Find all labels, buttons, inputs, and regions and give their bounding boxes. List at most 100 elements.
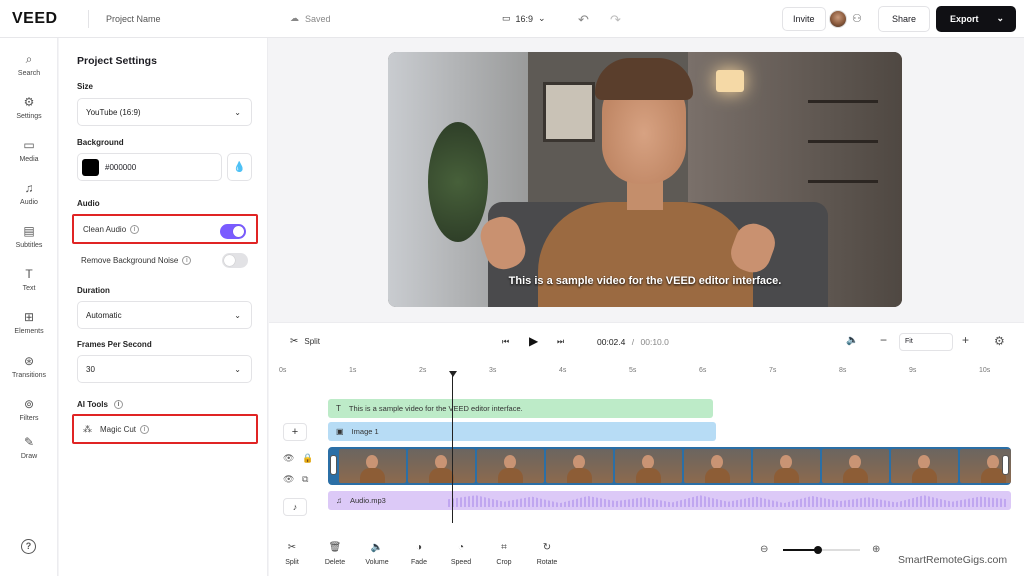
subtitle-overlay[interactable]: This is a sample video for the VEED edit… (388, 275, 902, 287)
scene-picture-frame (543, 82, 595, 142)
lock-icon[interactable]: 🔒 (302, 453, 313, 464)
skip-back-icon[interactable]: ⏮ (502, 337, 509, 347)
rail-item-search[interactable]: ⌕ Search (0, 52, 58, 77)
tool-crop[interactable]: ⌗ Crop (484, 542, 524, 566)
undo-icon[interactable]: ↶ (578, 12, 589, 28)
ruler-tick: 5s (629, 367, 637, 374)
video-thumbnail (615, 449, 682, 483)
trim-handle-right[interactable] (1002, 455, 1009, 475)
rail-item-draw[interactable]: ✎ Draw (0, 435, 58, 460)
clean-audio-toggle[interactable] (220, 224, 246, 239)
help-icon[interactable]: ? (21, 539, 36, 554)
gear-icon: ⚙ (23, 95, 35, 109)
split-button[interactable]: ✂ Split (290, 336, 320, 347)
timeline-settings-icon[interactable]: ⚙ (994, 334, 1005, 348)
text-track-clip[interactable]: T This is a sample video for the VEED ed… (328, 399, 713, 418)
project-name[interactable]: Project Name (106, 14, 161, 24)
skip-forward-icon[interactable]: ⏭ (557, 337, 564, 347)
ruler-tick: 10s (979, 367, 991, 374)
size-select[interactable]: YouTube (16:9) ⌄ (77, 98, 252, 126)
rail-item-elements[interactable]: ⊞ Elements (0, 310, 58, 335)
ruler-tick: 9s (909, 367, 917, 374)
volume-icon[interactable]: 🔈 (846, 335, 858, 346)
rail-label: Draw (20, 453, 38, 460)
zoom-minus-icon[interactable]: − (880, 333, 887, 347)
export-label: Export (950, 14, 979, 24)
rotate-icon: ↻ (542, 542, 552, 553)
info-icon[interactable]: i (113, 400, 123, 409)
rail-item-text[interactable]: T Text (0, 267, 58, 292)
time-ruler[interactable]: 0s 1s 2s 3s 4s 5s 6s 7s 8s 9s 10s (279, 367, 1009, 383)
video-track-clip[interactable] (328, 447, 1011, 485)
info-icon[interactable]: i (140, 424, 150, 434)
zoom-in-icon[interactable]: ⊕ (872, 544, 880, 555)
scissors-icon: ✂ (287, 542, 297, 553)
timecode: 00:02.4 / 00:10.0 (597, 337, 669, 347)
rail-item-subtitles[interactable]: ▤ Subtitles (0, 224, 58, 249)
image-icon: ▣ (336, 427, 344, 436)
duration-select[interactable]: Automatic ⌄ (77, 301, 252, 329)
zoom-out-icon[interactable]: ⊖ (760, 544, 768, 555)
scene-shelf (808, 100, 878, 103)
presenter-neck (627, 180, 663, 210)
fps-select[interactable]: 30 ⌄ (77, 355, 252, 383)
trim-handle-left[interactable] (330, 455, 337, 475)
speed-icon: ◔ (457, 542, 465, 553)
tool-rotate[interactable]: ↻ Rotate (527, 542, 567, 566)
rail-item-audio[interactable]: ♫ Audio (0, 181, 58, 206)
ruler-tick: 0s (279, 367, 287, 374)
tool-label: Rotate (536, 559, 558, 566)
project-settings-panel: Project Settings Size YouTube (16:9) ⌄ B… (59, 38, 268, 576)
audio-track-icon[interactable]: ♪ (283, 498, 307, 516)
playhead[interactable] (452, 373, 453, 523)
image-track-clip[interactable]: ▣ Image 1 (328, 422, 716, 441)
invite-button[interactable]: Invite (782, 7, 826, 31)
aspect-ratio-button[interactable]: ▭ 16:9 ⌄ (502, 13, 546, 24)
left-rail: ⌕ Search ⚙ Settings ▭ Media ♫ Audio ▤ Subtitl… (0, 38, 58, 576)
tool-label: Fade (411, 559, 427, 566)
add-track-button[interactable]: + (283, 423, 307, 441)
color-swatch[interactable] (82, 158, 99, 176)
remove-noise-toggle[interactable] (222, 253, 248, 268)
eye-icon[interactable]: 👁 (283, 453, 294, 464)
tool-fade[interactable]: ◑ Fade (399, 542, 439, 566)
veed-logo[interactable]: VEED (12, 10, 58, 28)
fps-value: 30 (86, 364, 95, 374)
eyedropper-icon[interactable]: 💧 (227, 153, 252, 181)
playhead-handle[interactable] (449, 371, 457, 377)
info-icon[interactable]: i (130, 224, 140, 234)
tool-label: Split (285, 559, 299, 566)
audio-track-clip[interactable]: ♫ Audio.mp3 (328, 491, 1011, 510)
share-button[interactable]: Share (878, 6, 930, 32)
avatar[interactable] (829, 10, 847, 28)
rail-item-filters[interactable]: ⊚ Filters (0, 397, 58, 422)
info-icon[interactable]: i (182, 255, 192, 265)
tool-delete[interactable]: 🗑 Delete (315, 542, 355, 566)
rail-label: Audio (20, 199, 38, 206)
tool-split[interactable]: ✂ Split (272, 542, 312, 566)
redo-icon[interactable]: ↷ (610, 12, 621, 28)
rail-item-settings[interactable]: ⚙ Settings (0, 95, 58, 120)
export-button[interactable]: Export ⌄ (936, 6, 1016, 32)
copy-icon[interactable]: ⧉ (302, 474, 308, 485)
tool-volume[interactable]: 🔈 Volume (357, 542, 397, 566)
eye-icon[interactable]: 👁 (283, 474, 294, 485)
aspect-ratio-label: 16:9 (515, 13, 534, 24)
tool-speed[interactable]: ◔ Speed (441, 542, 481, 566)
video-preview[interactable]: This is a sample video for the VEED edit… (388, 52, 902, 307)
play-icon[interactable]: ▶ (529, 334, 538, 348)
ruler-tick: 7s (769, 367, 777, 374)
magic-cut-label: Magic Cut (100, 424, 137, 434)
magic-cut-button[interactable]: ⁂ Magic Cut i (72, 414, 258, 444)
video-thumbnail (891, 449, 958, 483)
zoom-slider-knob[interactable] (813, 546, 822, 554)
zoom-plus-icon[interactable]: + (962, 333, 969, 347)
add-user-icon[interactable]: ⚇ (852, 12, 862, 25)
subtitles-icon: ▤ (23, 224, 35, 238)
image-clip-label: Image 1 (351, 427, 379, 436)
zoom-slider[interactable] (783, 546, 860, 554)
background-color-field[interactable]: #000000 (77, 153, 222, 181)
zoom-fit-select[interactable]: Fit (899, 333, 953, 351)
rail-item-transitions[interactable]: ⊛ Transitions (0, 354, 58, 379)
rail-item-media[interactable]: ▭ Media (0, 138, 58, 163)
